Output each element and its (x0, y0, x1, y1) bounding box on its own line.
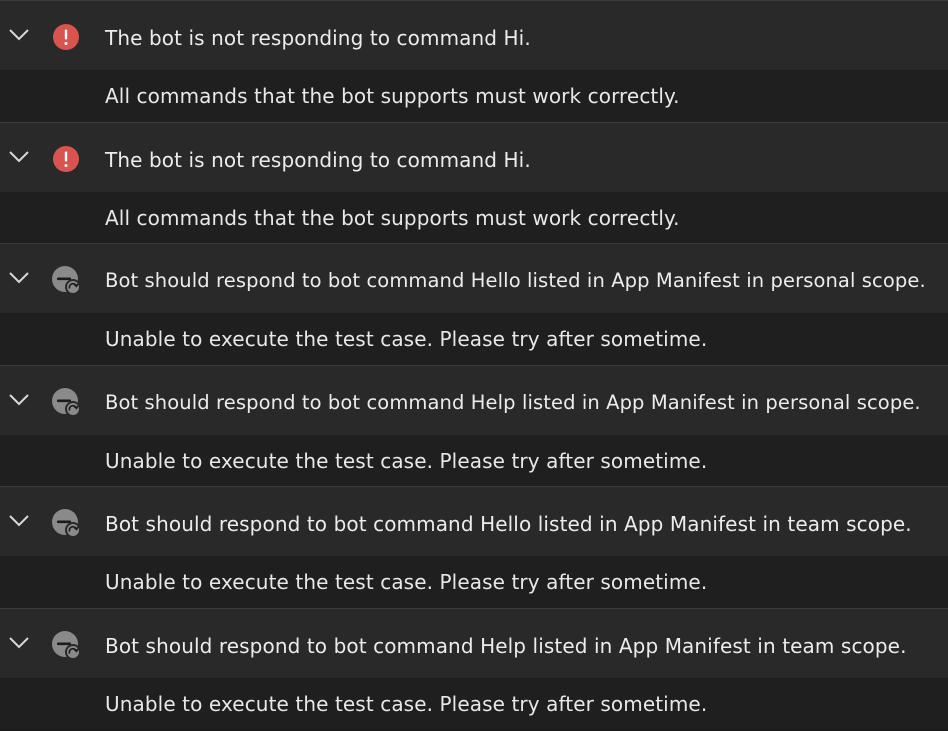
test-result-description: All commands that the bot supports must … (105, 205, 680, 230)
test-result-header[interactable]: Bot should respond to bot command Help l… (0, 608, 948, 678)
test-result-detail: All commands that the bot supports must … (0, 191, 948, 243)
test-result-detail: All commands that the bot supports must … (0, 70, 948, 122)
test-result-title: Bot should respond to bot command Help l… (105, 633, 907, 658)
test-result-title: The bot is not responding to command Hi. (105, 26, 531, 50)
test-result-header[interactable]: Bot should respond to bot command Hello … (0, 487, 948, 556)
test-result-header[interactable]: Bot should respond to bot command Help l… (0, 365, 948, 435)
test-result-item: The bot is not responding to command Hi.… (0, 121, 948, 243)
test-result-header[interactable]: Bot should respond to bot command Hello … (0, 244, 948, 313)
skipped-icon (52, 630, 80, 659)
test-result-header[interactable]: The bot is not responding to command Hi. (0, 122, 948, 192)
test-result-title: The bot is not responding to command Hi. (105, 147, 531, 172)
error-icon (53, 145, 79, 172)
test-result-header[interactable]: The bot is not responding to command Hi. (0, 1, 948, 70)
skipped-icon (52, 509, 80, 537)
test-result-item: Bot should respond to bot command Help l… (0, 607, 948, 729)
chevron-down-icon[interactable] (8, 28, 30, 42)
test-result-description: Unable to execute the test case. Please … (105, 448, 708, 473)
test-result-item: Bot should respond to bot command Help l… (0, 364, 948, 486)
test-result-detail: Unable to execute the test case. Please … (0, 556, 948, 608)
chevron-down-icon[interactable] (8, 636, 30, 650)
test-result-detail: Unable to execute the test case. Please … (0, 434, 948, 486)
test-result-description: Unable to execute the test case. Please … (105, 570, 708, 594)
test-result-description: Unable to execute the test case. Please … (105, 691, 708, 716)
test-result-detail: Unable to execute the test case. Please … (0, 677, 948, 729)
test-result-title: Bot should respond to bot command Hello … (105, 269, 926, 292)
test-result-detail: Unable to execute the test case. Please … (0, 313, 948, 365)
skipped-icon (52, 387, 80, 416)
chevron-down-icon[interactable] (8, 150, 30, 164)
test-result-item: Bot should respond to bot command Hello … (0, 486, 948, 608)
skipped-icon (52, 266, 80, 294)
chevron-down-icon[interactable] (8, 271, 30, 285)
test-result-title: Bot should respond to bot command Hello … (105, 512, 912, 536)
test-result-item: Bot should respond to bot command Hello … (0, 243, 948, 365)
test-results-list: The bot is not responding to command Hi.… (0, 0, 948, 731)
test-result-title: Bot should respond to bot command Help l… (105, 390, 921, 414)
test-result-description: Unable to execute the test case. Please … (105, 327, 708, 351)
error-icon (53, 24, 79, 50)
test-result-description: All commands that the bot supports must … (105, 84, 680, 108)
chevron-down-icon[interactable] (8, 514, 30, 528)
chevron-down-icon[interactable] (8, 393, 30, 407)
test-result-item: The bot is not responding to command Hi.… (0, 0, 948, 122)
